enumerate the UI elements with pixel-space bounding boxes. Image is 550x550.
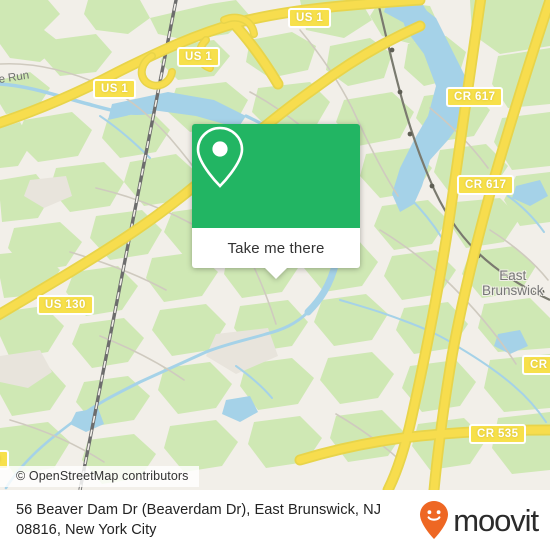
take-me-there-label: Take me there [227,239,325,257]
map-screenshot-root: US 1 US 1 US 1 CR 617 CR 617 US 130 CR 5… [0,0,550,550]
moovit-wordmark: moovit [453,502,539,538]
popup-header [192,124,360,228]
place-label-east-brunswick: East Brunswick [482,268,544,298]
osm-attribution[interactable]: © OpenStreetMap contributors [0,466,199,487]
road-shield: CR 5 [522,355,550,375]
map-canvas[interactable]: US 1 US 1 US 1 CR 617 CR 617 US 130 CR 5… [0,0,550,490]
popup-footer[interactable]: Take me there [192,228,360,279]
location-popup[interactable]: Take me there [192,124,360,279]
popup-tail-pointer [265,268,287,279]
footer-bar: 56 Beaver Dam Dr (Beaverdam Dr), East Br… [0,490,550,550]
road-shield: CR 617 [446,87,504,107]
road-shield: US 1 [177,47,221,67]
moovit-logo[interactable]: moovit [419,500,539,540]
road-shield: CR 535 [469,424,527,444]
address-text: 56 Beaver Dam Dr (Beaverdam Dr), East Br… [16,502,382,538]
road-shield: US 1 [288,8,332,28]
road-shield: CR 617 [457,175,515,195]
moovit-pin-smiley-icon [420,501,449,539]
road-shield: US 130 [37,295,94,315]
location-pin-icon [196,126,244,188]
road-shield: US 1 [93,79,137,99]
